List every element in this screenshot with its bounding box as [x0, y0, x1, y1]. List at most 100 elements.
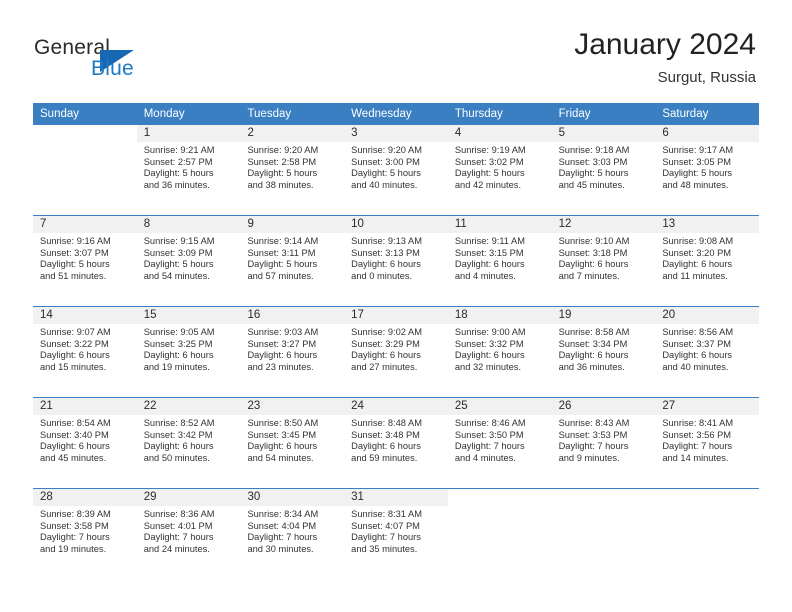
- day-number-band: 7: [33, 216, 137, 233]
- day-number: 11: [454, 218, 467, 230]
- sunset-time: Sunset: 3:50 PM: [454, 429, 524, 440]
- day-number: 7: [40, 218, 47, 230]
- day-number-band: 3: [344, 125, 448, 142]
- sunrise-time: Sunrise: 8:52 AM: [143, 418, 215, 428]
- logo-text-blue: Blue: [91, 57, 134, 80]
- day-details: Sunrise: 9:14 AM Sunset: 3:11 PM Daylight:…: [240, 233, 344, 282]
- weekday-header-saturday: Saturday: [662, 108, 709, 120]
- calendar-day-cell[interactable]: 15 Sunrise: 9:05 AM Sunset: 3:25 PM Dayligh…: [136, 307, 241, 397]
- sunrise-time: Sunrise: 8:58 AM: [558, 327, 630, 337]
- sunset-time: Sunset: 3:40 PM: [40, 429, 109, 440]
- calendar-day-cell[interactable]: 6 Sunrise: 9:17 AM Sunset: 3:05 PM Daylight…: [655, 125, 760, 215]
- calendar-day-cell[interactable]: 7 Sunrise: 9:16 AM Sunset: 3:07 PM Daylight…: [33, 216, 137, 306]
- calendar-day-cell[interactable]: 12 Sunrise: 9:10 AM Sunset: 3:18 PM Dayligh…: [551, 216, 656, 306]
- day-number-band: [447, 489, 552, 506]
- calendar-day-cell[interactable]: 3 Sunrise: 9:20 AM Sunset: 3:00 PM Daylight…: [344, 125, 448, 215]
- calendar-day-cell[interactable]: 29 Sunrise: 8:36 AM Sunset: 4:01 PM Dayligh…: [136, 489, 241, 579]
- daylight-duration-line1: Daylight: 7 hours: [40, 532, 110, 543]
- daylight-duration-line1: Daylight: 6 hours: [351, 350, 421, 361]
- daylight-duration-line1: Daylight: 5 hours: [662, 168, 733, 179]
- calendar-day-cell-empty: [551, 489, 656, 579]
- calendar-week-row: 14 Sunrise: 9:07 AM Sunset: 3:22 PM Dayligh…: [33, 306, 760, 397]
- calendar-day-cell[interactable]: 11 Sunrise: 9:11 AM Sunset: 3:15 PM Dayligh…: [447, 216, 552, 306]
- daylight-duration-line1: Daylight: 6 hours: [558, 350, 629, 361]
- day-number: 28: [40, 491, 53, 503]
- day-details: Sunrise: 9:17 AM Sunset: 3:05 PM Daylight:…: [655, 142, 759, 191]
- calendar-day-cell[interactable]: 30 Sunrise: 8:34 AM Sunset: 4:04 PM Dayligh…: [240, 489, 345, 579]
- day-number-band: 31: [344, 489, 448, 506]
- sunrise-time: Sunrise: 9:20 AM: [247, 145, 319, 155]
- sunrise-time: Sunrise: 9:00 AM: [454, 327, 526, 337]
- calendar-day-cell[interactable]: 2 Sunrise: 9:20 AM Sunset: 2:58 PM Daylight…: [240, 125, 345, 215]
- calendar-day-cell[interactable]: 24 Sunrise: 8:48 AM Sunset: 3:48 PM Dayligh…: [344, 398, 448, 488]
- weekday-header-thursday: Thursday: [454, 108, 503, 120]
- calendar-day-cell[interactable]: 13 Sunrise: 9:08 AM Sunset: 3:20 PM Dayligh…: [655, 216, 760, 306]
- day-number-band: 15: [136, 307, 241, 324]
- calendar-day-cell[interactable]: 21 Sunrise: 8:54 AM Sunset: 3:40 PM Dayligh…: [33, 398, 137, 488]
- day-number-band: 17: [344, 307, 448, 324]
- calendar-day-cell[interactable]: 17 Sunrise: 9:02 AM Sunset: 3:29 PM Dayligh…: [344, 307, 448, 397]
- calendar-day-cell[interactable]: 22 Sunrise: 8:52 AM Sunset: 3:42 PM Dayligh…: [136, 398, 241, 488]
- sunset-time: Sunset: 3:07 PM: [40, 247, 109, 258]
- daylight-duration-line2: and 59 minutes.: [351, 452, 418, 463]
- general-blue-logo: General Blue: [34, 36, 204, 82]
- calendar-day-cell[interactable]: 18 Sunrise: 9:00 AM Sunset: 3:32 PM Dayligh…: [447, 307, 552, 397]
- daylight-duration-line1: Daylight: 7 hours: [662, 441, 733, 452]
- calendar-day-cell[interactable]: 28 Sunrise: 8:39 AM Sunset: 3:58 PM Dayligh…: [33, 489, 137, 579]
- day-number: 15: [143, 309, 157, 321]
- day-number-band: 26: [551, 398, 656, 415]
- sunrise-time: Sunrise: 9:14 AM: [247, 236, 319, 246]
- calendar-day-cell[interactable]: 14 Sunrise: 9:07 AM Sunset: 3:22 PM Dayligh…: [33, 307, 137, 397]
- calendar-day-cell[interactable]: 26 Sunrise: 8:43 AM Sunset: 3:53 PM Dayligh…: [551, 398, 656, 488]
- daylight-duration-line1: Daylight: 6 hours: [143, 441, 214, 452]
- sunrise-time: Sunrise: 8:43 AM: [558, 418, 630, 428]
- sunset-time: Sunset: 3:48 PM: [351, 429, 420, 440]
- calendar-day-cell[interactable]: 27 Sunrise: 8:41 AM Sunset: 3:56 PM Dayligh…: [655, 398, 760, 488]
- day-number-band: 29: [136, 489, 241, 506]
- day-number-band: 25: [447, 398, 552, 415]
- daylight-duration-line2: and 0 minutes.: [351, 270, 413, 281]
- calendar-day-cell[interactable]: 16 Sunrise: 9:03 AM Sunset: 3:27 PM Dayligh…: [240, 307, 345, 397]
- day-number-band: 6: [655, 125, 760, 142]
- daylight-duration-line2: and 32 minutes.: [454, 361, 522, 372]
- calendar-day-cell[interactable]: 1 Sunrise: 9:21 AM Sunset: 2:57 PM Daylight…: [136, 125, 241, 215]
- calendar-day-cell[interactable]: 4 Sunrise: 9:19 AM Sunset: 3:02 PM Daylight…: [447, 125, 552, 215]
- sunset-time: Sunset: 3:20 PM: [662, 247, 732, 258]
- calendar-day-cell[interactable]: 10 Sunrise: 9:13 AM Sunset: 3:13 PM Dayligh…: [344, 216, 448, 306]
- day-details: [552, 506, 656, 509]
- day-details: Sunrise: 8:39 AM Sunset: 3:58 PM Daylight:…: [33, 506, 137, 555]
- calendar-day-cell[interactable]: 25 Sunrise: 8:46 AM Sunset: 3:50 PM Dayligh…: [447, 398, 552, 488]
- calendar-day-cell[interactable]: 19 Sunrise: 8:58 AM Sunset: 3:34 PM Dayligh…: [551, 307, 656, 397]
- sunrise-time: Sunrise: 9:11 AM: [454, 236, 525, 246]
- daylight-duration-line1: Daylight: 6 hours: [247, 441, 318, 452]
- day-number: 31: [351, 491, 364, 503]
- daylight-duration-line2: and 35 minutes.: [351, 543, 418, 554]
- day-number: 6: [662, 127, 669, 139]
- daylight-duration-line2: and 19 minutes.: [40, 543, 107, 554]
- sunset-time: Sunset: 2:57 PM: [143, 156, 213, 167]
- sunrise-time: Sunrise: 9:15 AM: [143, 236, 215, 246]
- sunset-time: Sunset: 3:56 PM: [662, 429, 732, 440]
- calendar-day-cell[interactable]: 23 Sunrise: 8:50 AM Sunset: 3:45 PM Dayligh…: [240, 398, 345, 488]
- day-number-band: 13: [655, 216, 760, 233]
- sunrise-time: Sunrise: 8:48 AM: [351, 418, 422, 428]
- sunset-time: Sunset: 4:04 PM: [247, 520, 317, 531]
- day-details: Sunrise: 9:10 AM Sunset: 3:18 PM Daylight:…: [552, 233, 656, 282]
- day-details: Sunrise: 8:34 AM Sunset: 4:04 PM Daylight:…: [240, 506, 344, 555]
- day-number-band: 10: [344, 216, 448, 233]
- daylight-duration-line2: and 19 minutes.: [143, 361, 210, 372]
- day-number-band: 14: [33, 307, 137, 324]
- sunrise-time: Sunrise: 9:05 AM: [143, 327, 215, 337]
- calendar-day-cell[interactable]: 9 Sunrise: 9:14 AM Sunset: 3:11 PM Daylight…: [240, 216, 345, 306]
- sunrise-time: Sunrise: 9:16 AM: [40, 236, 111, 246]
- day-details: Sunrise: 8:50 AM Sunset: 3:45 PM Daylight:…: [240, 415, 344, 464]
- calendar-day-cell[interactable]: 8 Sunrise: 9:15 AM Sunset: 3:09 PM Daylight…: [136, 216, 241, 306]
- page-subtitle: Surgut, Russia: [657, 69, 756, 86]
- daylight-duration-line1: Daylight: 5 hours: [247, 259, 318, 270]
- calendar-day-cell[interactable]: 20 Sunrise: 8:56 AM Sunset: 3:37 PM Dayligh…: [655, 307, 760, 397]
- day-number: 24: [351, 400, 364, 412]
- calendar-day-cell[interactable]: 31 Sunrise: 8:31 AM Sunset: 4:07 PM Dayligh…: [344, 489, 448, 579]
- calendar-day-cell[interactable]: 5 Sunrise: 9:18 AM Sunset: 3:03 PM Daylight…: [551, 125, 656, 215]
- sunrise-time: Sunrise: 9:21 AM: [143, 145, 215, 155]
- daylight-duration-line2: and 40 minutes.: [662, 361, 729, 372]
